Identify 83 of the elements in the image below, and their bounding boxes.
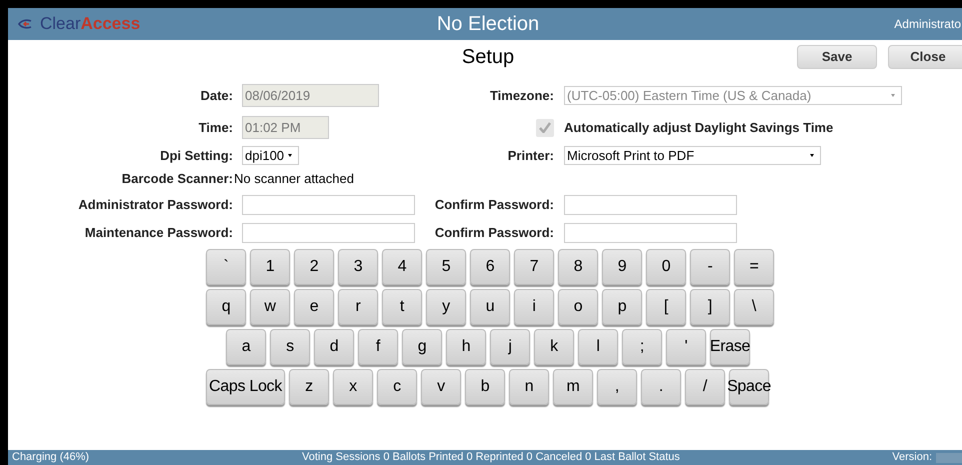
- keyboard-key[interactable]: k: [534, 329, 574, 365]
- keyboard-key[interactable]: [: [646, 289, 686, 325]
- keyboard-key[interactable]: 3: [338, 249, 378, 285]
- keyboard-key[interactable]: 1: [250, 249, 290, 285]
- version-label: Version:: [892, 450, 932, 465]
- keyboard-key[interactable]: c: [377, 369, 417, 405]
- confirm-password-label: Confirm Password:: [434, 196, 554, 214]
- keyboard-key[interactable]: g: [402, 329, 442, 365]
- page-title: Setup: [460, 45, 516, 70]
- keyboard-key[interactable]: u: [470, 289, 510, 325]
- confirm-password-label: Confirm Password:: [434, 224, 554, 242]
- save-button[interactable]: Save: [797, 45, 877, 69]
- keyboard-key[interactable]: i: [514, 289, 554, 325]
- keyboard-key[interactable]: l: [578, 329, 618, 365]
- keyboard-key[interactable]: p: [602, 289, 642, 325]
- password-label: Maintenance Password:: [84, 224, 233, 242]
- keyboard-key[interactable]: h: [446, 329, 486, 365]
- keyboard-key[interactable]: z: [289, 369, 329, 405]
- caret-icon: [288, 154, 292, 157]
- keyboard-key[interactable]: `: [206, 249, 246, 285]
- keyboard-key[interactable]: e: [294, 289, 334, 325]
- keyboard-key[interactable]: .: [641, 369, 681, 405]
- scanner-label: Barcode Scanner:: [120, 170, 233, 188]
- dpi-select[interactable]: dpi100: [242, 146, 299, 165]
- printer-select[interactable]: Microsoft Print to PDF: [564, 146, 821, 165]
- keyboard-key[interactable]: x: [333, 369, 373, 405]
- confirm-password-field[interactable]: [564, 194, 737, 214]
- password-label: Administrator Password:: [77, 196, 233, 214]
- keyboard-key[interactable]: r: [338, 289, 378, 325]
- battery-status: Charging (46%): [12, 450, 90, 465]
- scanner-status: No scanner attached: [234, 170, 354, 188]
- keyboard-key[interactable]: d: [314, 329, 354, 365]
- keyboard-key[interactable]: -: [690, 249, 730, 285]
- eye-logo-icon: [18, 19, 32, 29]
- keyboard-key[interactable]: b: [465, 369, 505, 405]
- password-field[interactable]: [242, 194, 415, 214]
- keyboard-key[interactable]: w: [250, 289, 290, 325]
- user-name: Administrato: [894, 16, 961, 33]
- keyboard-key[interactable]: n: [509, 369, 549, 405]
- window-title: No Election: [436, 12, 540, 37]
- keyboard-key[interactable]: ]: [690, 289, 730, 325]
- keyboard-key[interactable]: ': [666, 329, 706, 365]
- keyboard-key[interactable]: \: [734, 289, 774, 325]
- keyboard-key[interactable]: a: [226, 329, 266, 365]
- session-status: Voting Sessions 0 Ballots Printed 0 Reprinted 0 Canceled 0 Last Ballot Status: [302, 450, 680, 465]
- keyboard-key[interactable]: /: [685, 369, 725, 405]
- keyboard-key[interactable]: Space: [729, 369, 769, 405]
- keyboard-key[interactable]: 5: [426, 249, 466, 285]
- keyboard-key[interactable]: 7: [514, 249, 554, 285]
- keyboard-key[interactable]: 9: [602, 249, 642, 285]
- keyboard-key[interactable]: ;: [622, 329, 662, 365]
- keyboard-key[interactable]: v: [421, 369, 461, 405]
- keyboard-key[interactable]: Erase: [710, 329, 750, 365]
- keyboard-key[interactable]: j: [490, 329, 530, 365]
- keyboard-key[interactable]: ,: [597, 369, 637, 405]
- keyboard-key[interactable]: 0: [646, 249, 686, 285]
- keyboard-key[interactable]: 6: [470, 249, 510, 285]
- keyboard-key[interactable]: 4: [382, 249, 422, 285]
- dpi-label: Dpi Setting:: [159, 146, 233, 165]
- keyboard-key[interactable]: 2: [294, 249, 334, 285]
- keyboard-key[interactable]: Caps Lock: [206, 369, 285, 405]
- password-field[interactable]: [242, 222, 415, 242]
- keyboard-key[interactable]: s: [270, 329, 310, 365]
- keyboard-key[interactable]: m: [553, 369, 593, 405]
- keyboard-key[interactable]: =: [734, 249, 774, 285]
- version-value: [936, 452, 962, 462]
- keyboard-key[interactable]: f: [358, 329, 398, 365]
- time-label: Time:: [198, 118, 233, 137]
- printer-label: Printer:: [506, 146, 554, 165]
- keyboard-key[interactable]: 8: [558, 249, 598, 285]
- timezone-label: Timezone:: [488, 86, 554, 105]
- logo-text: ClearAccess: [40, 13, 140, 36]
- caret-icon: [810, 154, 814, 157]
- keyboard-key[interactable]: o: [558, 289, 598, 325]
- date-label: Date:: [199, 86, 233, 105]
- keyboard-key[interactable]: y: [426, 289, 466, 325]
- checkmark-icon: [539, 122, 551, 133]
- keyboard-key[interactable]: t: [382, 289, 422, 325]
- keyboard-key[interactable]: q: [206, 289, 246, 325]
- dst-label: Automatically adjust Daylight Savings Time: [564, 118, 834, 137]
- caret-icon: [891, 94, 895, 97]
- close-button[interactable]: Close: [888, 45, 962, 69]
- confirm-password-field[interactable]: [564, 222, 737, 242]
